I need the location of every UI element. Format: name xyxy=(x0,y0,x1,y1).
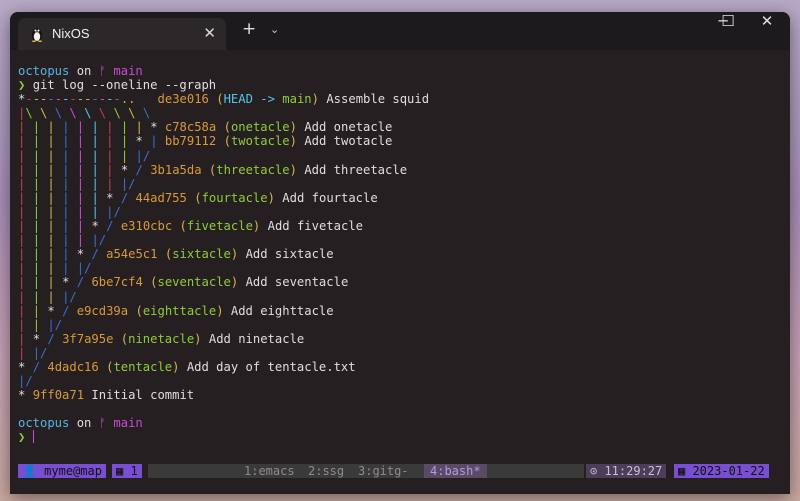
graph-line-8: | | * / e9cd39a (eighttacle) Add eightta… xyxy=(18,303,334,318)
window-count-badge: ▦ 1 xyxy=(112,464,142,478)
graph-merge-line: | | | | | | | | |/ xyxy=(18,148,151,163)
graph-merge-line: | | | | | | | |/ xyxy=(18,176,136,191)
graph-line-6: | | | | * / a54e5c1 (sixtacle) Add sixta… xyxy=(18,247,334,262)
graph-branch-line: |\ \ \ \ \ \ \ \ \ xyxy=(18,106,151,121)
graph-merge-line: | | | |/ xyxy=(18,289,77,304)
close-button[interactable]: ✕ xyxy=(744,12,790,50)
graph-line-0: *-------------.. de3e016 (HEAD -> main) … xyxy=(18,92,430,107)
graph-line-10: * / 4dadc16 (tentacle) Add day of tentac… xyxy=(18,359,356,374)
tux-icon xyxy=(32,28,42,42)
graph-merge-line: |/ xyxy=(18,374,33,389)
clock-badge: ⊙ 11:29:27 xyxy=(586,464,667,478)
tab-dropdown-icon[interactable]: ⌄ xyxy=(270,23,279,36)
prompt-line: octopus on ᚠ main xyxy=(18,64,143,78)
graph-merge-line: | |/ xyxy=(18,345,48,360)
terminal-window: NixOS ✕ + ⌄ ─ ☐ ✕ octopus on ᚠ main ❯ gi… xyxy=(10,12,790,494)
graph-line-9: | * / 3f7a95e (ninetacle) Add ninetacle xyxy=(18,331,305,346)
window-item-bash[interactable]: 4:bash* xyxy=(424,464,487,478)
graph-merge-line: | | | | |/ xyxy=(18,261,92,276)
tmux-status-bar: 👤 myme@map ▦ 1 1:emacs 2:ssg 3:gitg- 4:b… xyxy=(18,464,778,478)
graph-merge-line: | | | | | | |/ xyxy=(18,204,121,219)
date-badge: ▦ 2023-01-22 xyxy=(674,464,769,478)
command-line: ❯ git log --oneline --graph xyxy=(18,78,217,93)
prompt-line-2: octopus on ᚠ main xyxy=(18,416,143,431)
tab-nixos[interactable]: NixOS ✕ xyxy=(18,18,226,50)
terminal-content[interactable]: octopus on ᚠ main ❯ git log --oneline --… xyxy=(18,64,790,445)
graph-line-11: * 9ff0a71 Initial commit xyxy=(18,388,195,403)
graph-merge-line: | | |/ xyxy=(18,317,63,332)
window-item-emacs[interactable]: 1:emacs xyxy=(244,464,295,478)
window-item-gitg[interactable]: 3:gitg- xyxy=(358,464,409,478)
window-item-ssg[interactable]: 2:ssg xyxy=(308,464,344,478)
graph-merge-line: | | | | | |/ xyxy=(18,233,107,248)
graph-line-7: | | | * / 6be7cf4 (seventacle) Add seven… xyxy=(18,275,349,290)
text-cursor xyxy=(32,430,34,444)
graph-line-2: | | | | | | | | * | bb79112 (twotacle) A… xyxy=(18,134,393,149)
input-line[interactable]: ❯ xyxy=(18,430,790,444)
tab-title: NixOS xyxy=(52,26,90,41)
title-bar: NixOS ✕ + ⌄ ─ ☐ ✕ xyxy=(10,12,790,50)
graph-line-5: | | | | | * / e310cbc (fivetacle) Add fi… xyxy=(18,219,363,234)
graph-line-3: | | | | | | | * / 3b1a5da (threetacle) A… xyxy=(18,162,408,177)
graph-line-4: | | | | | | * / 44ad755 (fourtacle) Add … xyxy=(18,190,378,205)
session-badge: 👤 myme@map xyxy=(18,464,106,478)
new-tab-button[interactable]: + xyxy=(242,21,256,38)
graph-line-1: | | | | | | | | | * c78c58a (onetacle) A… xyxy=(18,120,393,135)
tab-close-icon[interactable]: ✕ xyxy=(203,24,216,42)
